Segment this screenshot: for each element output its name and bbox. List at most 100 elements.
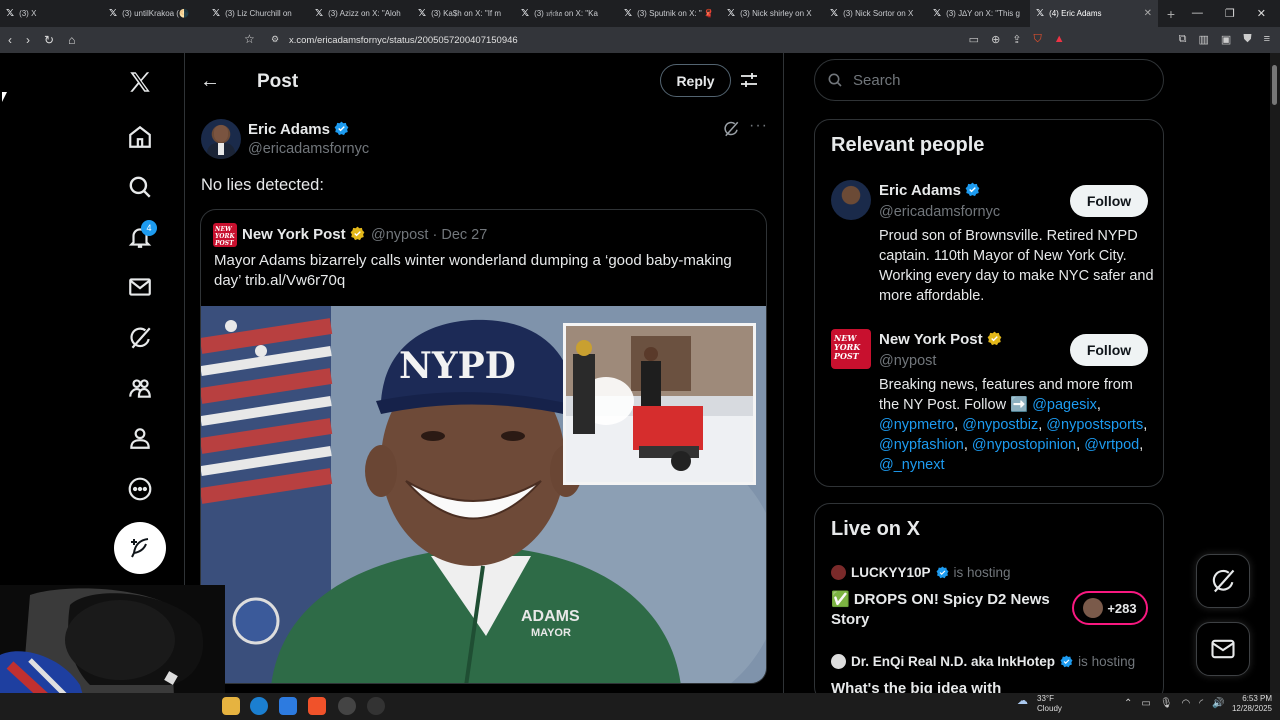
bio-link[interactable]: @nypostbiz xyxy=(962,417,1038,433)
new-tab-button[interactable]: + xyxy=(1158,6,1184,22)
reload-icon[interactable]: ↻ xyxy=(44,33,54,47)
grok-explain-icon[interactable] xyxy=(722,120,740,138)
sliders-icon[interactable] xyxy=(739,70,759,90)
bio-link[interactable]: @nypostsports xyxy=(1046,417,1143,433)
display-icon[interactable]: ▭ xyxy=(1141,698,1150,709)
site-info-icon[interactable]: ⚙ xyxy=(271,34,279,45)
browser-tab[interactable]: 𝕏 (3) Nick Sortor on X xyxy=(824,0,927,27)
quoted-post-image[interactable]: ADAMS MAYOR NYPD xyxy=(201,306,766,683)
menu-icon[interactable]: ≡ xyxy=(1264,33,1270,46)
bio-link[interactable]: @vrtpod xyxy=(1084,437,1139,453)
space-host-line[interactable]: LUCKYY10P is hosting xyxy=(831,565,1011,580)
bookmark-icon[interactable]: ☆ xyxy=(244,32,255,46)
bio-link[interactable]: @_nynext xyxy=(879,457,945,473)
follow-button[interactable]: Follow xyxy=(1070,334,1148,366)
headset-icon[interactable]: ◠ xyxy=(1182,698,1191,709)
taskbar-clock[interactable]: 6:53 PM 12/28/2025 xyxy=(1224,694,1272,714)
x-logo-icon: 𝕏 xyxy=(933,8,942,19)
page-scrollbar[interactable] xyxy=(1270,53,1280,693)
grok-icon[interactable] xyxy=(124,322,156,354)
browser-tab[interactable]: 𝕏 (3) X xyxy=(0,0,103,27)
minimize-icon[interactable]: — xyxy=(1192,7,1203,20)
space-host-line[interactable]: Dr. EnQi Real N.D. aka InkHotep is hosti… xyxy=(831,654,1135,669)
forward-nav-icon[interactable]: › xyxy=(26,33,30,47)
quoted-author-name[interactable]: New York Post xyxy=(242,226,365,243)
microphone-icon[interactable]: 🎙 xyxy=(1160,698,1173,709)
post-author-name[interactable]: Eric Adams xyxy=(248,121,349,138)
space-listeners-pill[interactable]: +283 xyxy=(1072,591,1148,625)
more-options-icon[interactable] xyxy=(124,473,156,505)
reply-button[interactable]: Reply xyxy=(660,64,731,97)
extensions-icon[interactable]: ⧉ xyxy=(1179,33,1187,46)
browser-tab-active[interactable]: 𝕏 (4) Eric Adams ✕ xyxy=(1030,0,1158,27)
search-box[interactable] xyxy=(814,59,1164,101)
person-name[interactable]: Eric Adams xyxy=(879,182,980,199)
messages-envelope-icon[interactable] xyxy=(124,271,156,303)
close-tab-icon[interactable]: ✕ xyxy=(1144,8,1152,19)
explore-search-icon[interactable] xyxy=(124,171,156,203)
nypost-avatar[interactable]: NEW YORK POST xyxy=(831,329,871,369)
follow-button[interactable]: Follow xyxy=(1070,185,1148,217)
avatar[interactable] xyxy=(201,119,241,159)
edge-browser-icon[interactable] xyxy=(250,697,268,715)
brave-browser-icon[interactable] xyxy=(308,697,326,715)
post-more-options-icon[interactable]: ··· xyxy=(749,117,768,135)
search-input[interactable] xyxy=(853,71,1133,89)
profile-icon[interactable] xyxy=(124,422,156,454)
browser-tab[interactable]: 𝕏 (3) untilKrakoa (🌗 xyxy=(103,0,206,27)
nypost-logo: NEW YORK POST xyxy=(213,223,237,247)
messages-float-button[interactable] xyxy=(1196,622,1250,676)
share-icon[interactable]: ⇪ xyxy=(1012,33,1021,46)
bio-link[interactable]: @pagesix xyxy=(1032,397,1097,413)
browser-toolbar: ‹ › ↻ ⌂ ☆ ⚙ x.com/ericadamsfornyc/status… xyxy=(0,27,1280,53)
chevron-up-icon[interactable]: ⌃ xyxy=(1124,698,1132,709)
bio-link[interactable]: @nypostopinion xyxy=(972,437,1076,453)
column-divider xyxy=(783,53,784,693)
x-logo-icon: 𝕏 xyxy=(315,8,324,19)
back-arrow-icon[interactable]: ← xyxy=(200,70,220,93)
person-handle[interactable]: @ericadamsfornyc xyxy=(879,204,1000,220)
sidebar-toggle-icon[interactable]: ▥ xyxy=(1199,33,1209,46)
communities-icon[interactable] xyxy=(124,372,156,404)
scrollbar-thumb[interactable] xyxy=(1272,65,1277,105)
weather-widget[interactable]: ☁ 33°F Cloudy xyxy=(1017,694,1062,714)
back-nav-icon[interactable]: ‹ xyxy=(8,33,12,47)
wallet-icon[interactable]: ▣ xyxy=(1221,33,1231,46)
browser-tab[interactable]: 𝕏 (3) Liz Churchill on xyxy=(206,0,309,27)
quoted-post-card[interactable]: NEW YORK POST New York Post @nypost · De… xyxy=(200,209,767,684)
browser-tab[interactable]: 𝕏 (3) 𝔲𝔣𝔠𝔨𝔞 on X: "Ka xyxy=(515,0,618,27)
screen-icon[interactable]: ▭ xyxy=(969,33,979,46)
browser-tab[interactable]: 𝕏 (3) Nick shirley on X xyxy=(721,0,824,27)
url-bar[interactable]: x.com/ericadamsfornyc/status/20050572004… xyxy=(289,35,518,46)
space-title[interactable]: ✅ DROPS ON! Spicy D2 News Story xyxy=(831,590,1061,630)
browser-extensions: ▭ ⊕ ⇪ ⛉ ▲ ⧉ ▥ ▣ ⛊ ≡ xyxy=(969,33,1270,46)
vpn-icon[interactable]: ⛊ xyxy=(1243,33,1251,46)
bio-link[interactable]: @nypmetro xyxy=(879,417,954,433)
avatar[interactable] xyxy=(831,180,871,220)
wifi-icon[interactable]: ◜ xyxy=(1199,698,1203,709)
volume-icon[interactable]: 🔊 xyxy=(1212,698,1224,709)
post-author-handle[interactable]: @ericadamsfornyc xyxy=(248,141,369,157)
close-window-icon[interactable]: ✕ xyxy=(1257,7,1266,20)
bio-link[interactable]: @nypfashion xyxy=(879,437,964,453)
app-icon[interactable] xyxy=(367,697,385,715)
x-home-logo-icon[interactable] xyxy=(124,66,156,98)
browser-tab[interactable]: 𝕏 (3) Azizz on X: "Aloh xyxy=(309,0,412,27)
app-icon[interactable] xyxy=(279,697,297,715)
person-name[interactable]: New York Post xyxy=(879,331,1002,348)
home-icon[interactable]: ⌂ xyxy=(68,33,75,47)
brave-shield-icon[interactable]: ⛉ xyxy=(1034,33,1042,46)
zoom-icon[interactable]: ⊕ xyxy=(991,33,1000,46)
home-nav-icon[interactable] xyxy=(124,121,156,153)
obs-icon[interactable] xyxy=(338,697,356,715)
grok-float-button[interactable] xyxy=(1196,554,1250,608)
browser-tab[interactable]: 𝕏 (3) Ka$h on X: "If m xyxy=(412,0,515,27)
x-logo-icon: 𝕏 xyxy=(418,8,427,19)
rewards-icon[interactable]: ▲ xyxy=(1054,33,1065,46)
file-explorer-icon[interactable] xyxy=(222,697,240,715)
person-handle[interactable]: @nypost xyxy=(879,353,936,369)
compose-post-button[interactable] xyxy=(114,522,166,574)
browser-tab[interactable]: 𝕏 (3) Sputnik on X: " 🧣 xyxy=(618,0,721,27)
restore-icon[interactable]: ❐ xyxy=(1225,7,1235,20)
browser-tab[interactable]: 𝕏 (3) J∆Y on X: "This g xyxy=(927,0,1030,27)
